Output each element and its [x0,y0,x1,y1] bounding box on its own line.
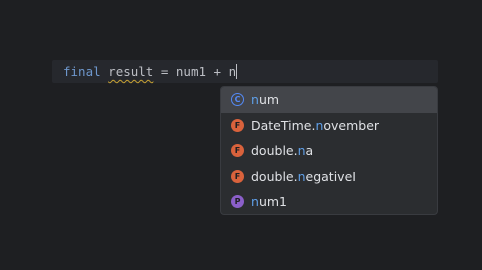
completion-popup[interactable]: C num F DateTime.november F double.na F … [220,86,438,215]
field-icon: F [231,169,244,183]
code-line[interactable]: final result = num1 + n [52,60,438,83]
completion-label: DateTime.november [251,117,380,133]
class-icon: C [231,93,244,107]
code-expression: = num1 + n [153,64,237,79]
field-icon: F [231,118,244,132]
completion-item[interactable]: F double.na [221,138,437,164]
field-icon: F [231,144,244,158]
variable-result: result [108,64,154,79]
keyword-final: final [63,64,101,79]
completion-label: double.negativeI [251,168,356,184]
parameter-icon: P [231,195,244,209]
completion-label: num [251,92,280,108]
completion-item[interactable]: C num [221,87,437,113]
completion-label: num1 [251,194,287,210]
completion-item[interactable]: F DateTime.november [221,113,437,139]
text-caret [236,64,238,79]
completion-item[interactable]: P num1 [221,189,437,214]
editor-area[interactable]: final result = num1 + n C num F DateTime… [0,0,482,270]
completion-item[interactable]: F double.negativeI [221,164,437,190]
completion-label: double.na [251,143,314,159]
